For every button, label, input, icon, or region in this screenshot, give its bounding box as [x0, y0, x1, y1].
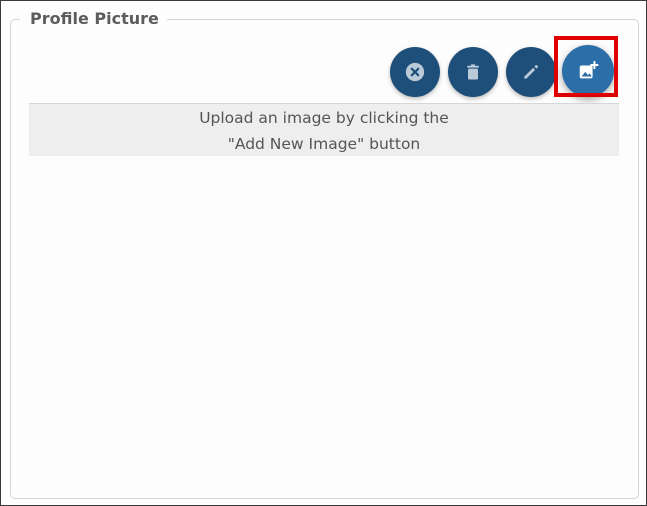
- edit-button[interactable]: [506, 47, 556, 97]
- add-new-image-button[interactable]: [562, 45, 614, 97]
- close-circle-icon: [405, 62, 425, 82]
- pencil-icon: [524, 65, 538, 79]
- empty-state-line-1: Upload an image by clicking the: [199, 109, 449, 127]
- delete-button[interactable]: [448, 47, 498, 97]
- cancel-button[interactable]: [390, 47, 440, 97]
- empty-state-message: Upload an image by clicking the "Add New…: [29, 103, 619, 156]
- empty-state-line-2: "Add New Image" button: [227, 135, 421, 153]
- trash-icon: [467, 64, 479, 80]
- add-image-icon: [579, 60, 599, 79]
- panel-legend: Profile Picture: [20, 8, 167, 30]
